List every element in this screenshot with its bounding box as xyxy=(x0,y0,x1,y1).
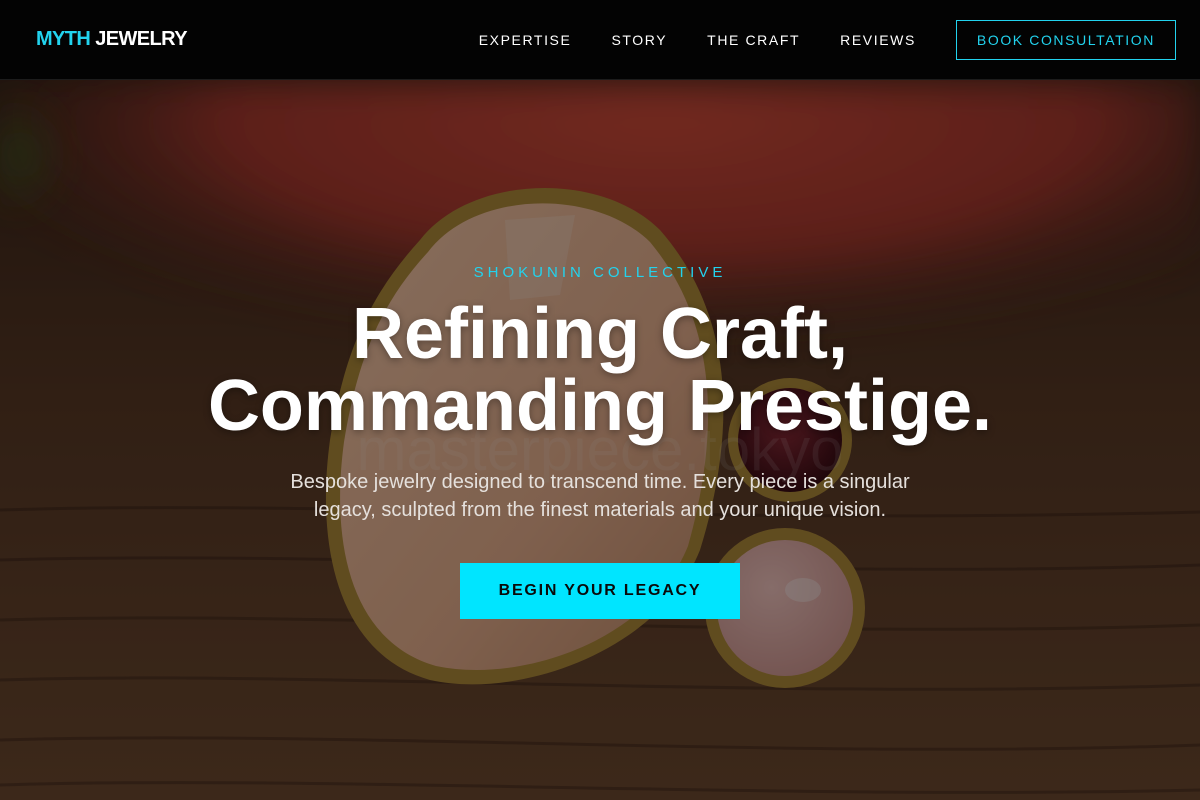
book-consultation-button[interactable]: BOOK CONSULTATION xyxy=(955,19,1176,60)
brand-logo-accent: MYTH xyxy=(36,28,91,50)
hero-headline-line-2: Commanding Prestige. xyxy=(207,366,993,446)
nav-link-story[interactable]: STORY xyxy=(611,32,667,48)
nav-link-expertise[interactable]: EXPERTISE xyxy=(479,32,572,48)
nav-links: EXPERTISE STORY THE CRAFT REVIEWS BOOK C… xyxy=(479,19,1176,60)
hero-headline: Refining Craft, Commanding Prestige. xyxy=(0,298,1200,442)
begin-your-legacy-button[interactable]: BEGIN YOUR LEGACY xyxy=(460,563,740,619)
hero-subtext: Bespoke jewelry designed to transcend ti… xyxy=(290,471,910,521)
hero-content: SHOKUNIN COLLECTIVE Refining Craft, Comm… xyxy=(0,80,1200,800)
brand-logo-text: JEWELRY xyxy=(90,28,187,50)
brand-logo[interactable]: MYTH JEWELRY xyxy=(36,28,188,51)
hero-section: masterpiece.tokyo SHOKUNIN COLLECTIVE Re… xyxy=(0,80,1200,800)
hero-eyebrow: SHOKUNIN COLLECTIVE xyxy=(473,264,727,281)
top-navigation-bar: MYTH JEWELRY EXPERTISE STORY THE CRAFT R… xyxy=(0,0,1200,80)
nav-link-reviews[interactable]: REVIEWS xyxy=(840,32,916,48)
nav-link-the-craft[interactable]: THE CRAFT xyxy=(707,32,800,48)
hero-headline-line-1: Refining Craft, xyxy=(352,294,848,374)
